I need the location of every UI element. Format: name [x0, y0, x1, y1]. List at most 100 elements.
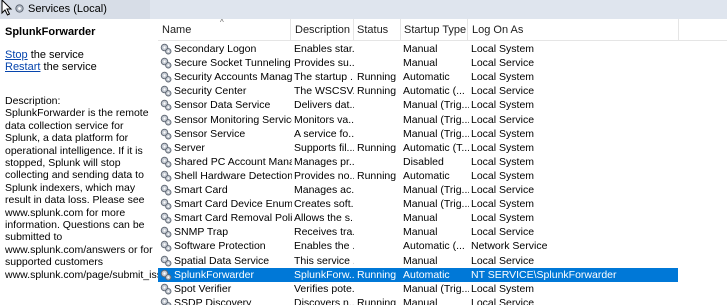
- service-gear-icon: [160, 170, 172, 182]
- sort-ascending-icon: ^: [220, 18, 224, 27]
- table-row[interactable]: Secure Socket Tunneling Pr...Provides su…: [158, 56, 678, 70]
- service-startup-type: Manual (Trig...: [403, 99, 469, 112]
- column-header-startup-type[interactable]: Startup Type: [404, 24, 466, 36]
- service-description-cell: Delivers dat...: [294, 99, 354, 112]
- table-row[interactable]: SSDP Discovery Discovers n... Running Manua…: [158, 296, 678, 305]
- table-row[interactable]: Server Supports fil... Running Automatic (T…: [158, 141, 678, 155]
- column-header-log-on-as[interactable]: Log On As: [472, 24, 523, 36]
- service-startup-type: Manual (Trig...: [403, 127, 469, 140]
- service-startup-type: Manual: [403, 296, 438, 305]
- table-row-selected[interactable]: SplunkForwarder SplunkForw... Running Autom…: [158, 267, 678, 282]
- table-row[interactable]: Smart Card Manages ac... Manual (Trig... Lo…: [158, 183, 678, 197]
- service-description: Description: SplunkForwarder is the remo…: [5, 95, 174, 281]
- restart-suffix: the service: [40, 61, 97, 73]
- service-description-cell: Enables star...: [294, 43, 354, 55]
- column-divider[interactable]: [467, 19, 468, 41]
- service-gear-icon: [160, 128, 172, 140]
- stop-service-link[interactable]: Stop: [5, 49, 28, 61]
- service-log-on-as: Local System: [471, 99, 535, 112]
- service-log-on-as: NT SERVICE\SplunkForwarder: [471, 268, 617, 281]
- service-status: Running: [357, 141, 397, 154]
- service-name: Shared PC Account Manager: [174, 155, 292, 168]
- restart-service-link[interactable]: Restart: [5, 61, 40, 73]
- service-log-on-as: Local Service: [471, 85, 535, 98]
- service-name: SNMP Trap: [174, 226, 229, 239]
- service-gear-icon: [160, 114, 172, 125]
- service-description-cell: Discovers n...: [294, 296, 354, 305]
- table-row[interactable]: Sensor Data Service Delivers dat... Manual…: [158, 98, 678, 112]
- table-row[interactable]: Smart Card Device Enumera...Creates soft…: [158, 197, 678, 211]
- column-header-row: Name ^ Description Status Startup Type L…: [158, 18, 727, 41]
- service-gear-icon: [160, 198, 172, 210]
- service-gear-icon: [160, 283, 172, 295]
- service-log-on-as: Local System: [471, 282, 535, 295]
- table-row[interactable]: Shell Hardware Detection Provides no... Ru…: [158, 169, 678, 183]
- selected-service-name: SplunkForwarder: [5, 26, 96, 38]
- column-divider[interactable]: [400, 19, 401, 41]
- service-description-cell: Manages pr...: [294, 155, 354, 168]
- service-gear-icon: [160, 269, 172, 281]
- service-description-cell: Provides no...: [294, 169, 354, 182]
- column-divider[interactable]: [353, 19, 354, 41]
- service-status: Running: [357, 268, 397, 281]
- service-startup-type: Manual (Trig...: [403, 113, 469, 126]
- table-row[interactable]: Security Accounts Manager The startup ...…: [158, 70, 678, 84]
- service-description-cell: Creates soft...: [294, 198, 354, 211]
- service-gear-icon: [160, 142, 172, 154]
- service-name: Smart Card: [174, 184, 228, 196]
- service-description-cell: Allows the s...: [294, 212, 354, 225]
- service-name: Secure Socket Tunneling Pr...: [174, 57, 292, 70]
- service-name: Server: [174, 141, 205, 154]
- service-log-on-as: Local System: [471, 43, 535, 55]
- service-description-cell: Verifies pote...: [294, 282, 354, 295]
- column-divider[interactable]: [678, 19, 679, 41]
- column-header-description[interactable]: Description: [295, 24, 350, 36]
- service-status: Running: [357, 296, 397, 305]
- column-divider[interactable]: [290, 19, 291, 41]
- column-header-status[interactable]: Status: [357, 24, 388, 36]
- service-gear-icon: [160, 43, 172, 55]
- table-row[interactable]: Security Center The WSCSV...Running Automa…: [158, 84, 678, 98]
- service-description-cell: SplunkForw...: [294, 268, 354, 281]
- service-gear-icon: [160, 86, 172, 97]
- service-startup-type: Automatic (...: [403, 240, 465, 253]
- service-startup-type: Automatic: [403, 169, 450, 182]
- service-description-cell: Provides su...: [294, 57, 354, 70]
- table-row[interactable]: Software Protection Enables the ... Automa…: [158, 239, 678, 253]
- table-row[interactable]: SNMP Trap Receives tra... Manual Local Serv…: [158, 225, 678, 239]
- service-gear-icon: [160, 156, 172, 168]
- service-log-on-as: Local System: [471, 212, 535, 225]
- table-row[interactable]: Spot Verifier Verifies pote... Manual (Tri…: [158, 282, 678, 296]
- service-name: Spatial Data Service: [174, 254, 270, 267]
- service-description-cell: The WSCSV...: [294, 85, 354, 98]
- service-description-cell: Receives tra...: [294, 226, 354, 239]
- console-title: Services (Local): [28, 3, 107, 15]
- service-description-cell: This service ...: [294, 254, 354, 267]
- service-startup-type: Manual (Trig...: [403, 198, 469, 211]
- service-startup-type: Manual: [403, 254, 438, 267]
- service-gear-icon: [160, 184, 172, 196]
- service-name: Smart Card Removal Policy: [174, 212, 292, 225]
- table-row[interactable]: Sensor Monitoring Service Monitors va... M…: [158, 113, 678, 127]
- service-description-cell: Manages ac...: [294, 184, 354, 196]
- table-row[interactable]: Shared PC Account ManagerManages pr... Di…: [158, 155, 678, 169]
- service-gear-icon: [160, 71, 172, 83]
- column-header-name[interactable]: Name: [162, 24, 191, 36]
- restart-action: Restart the service: [5, 61, 97, 73]
- description-panel: SplunkForwarder Stop the service Restart…: [0, 19, 174, 305]
- services-gear-icon: [15, 4, 24, 13]
- service-name: Shell Hardware Detection: [174, 169, 292, 182]
- console-header: Services (Local): [0, 0, 727, 19]
- table-row[interactable]: Sensor Service A service fo... Manual (Tri…: [158, 127, 678, 141]
- service-name: Software Protection: [174, 240, 266, 253]
- service-log-on-as: Local System: [471, 155, 535, 168]
- service-status: Running: [357, 85, 397, 98]
- table-row[interactable]: Smart Card Removal Policy Allows the s...…: [158, 211, 678, 225]
- service-name: Security Center: [174, 85, 247, 98]
- table-row[interactable]: Spatial Data Service This service ... Manu…: [158, 254, 678, 268]
- service-gear-icon: [160, 255, 172, 266]
- service-name: Sensor Monitoring Service: [174, 113, 292, 126]
- service-gear-icon: [160, 241, 172, 252]
- service-name: Secondary Logon: [174, 43, 257, 55]
- table-row[interactable]: Secondary Logon Enables star... Manual Loca…: [158, 42, 678, 56]
